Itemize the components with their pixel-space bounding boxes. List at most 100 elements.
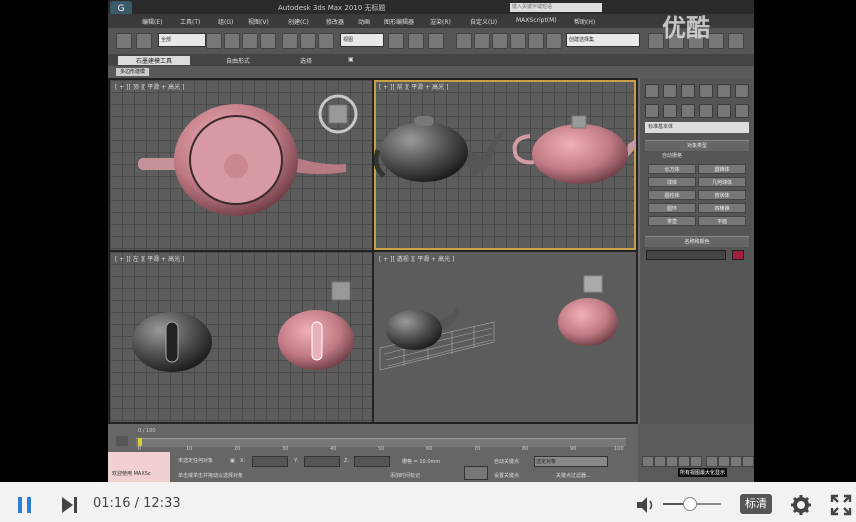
maximize-viewport-icon[interactable] bbox=[742, 456, 754, 467]
angle-snap-icon[interactable] bbox=[474, 33, 490, 49]
torus-button[interactable]: 圆环 bbox=[648, 203, 696, 213]
pivot-icon[interactable] bbox=[388, 33, 404, 49]
display-tab-icon[interactable] bbox=[717, 84, 731, 98]
edit-named-selection-icon[interactable] bbox=[528, 33, 544, 49]
menu-item[interactable]: 动画 bbox=[358, 17, 370, 26]
lock-icon[interactable]: ▣ bbox=[230, 458, 235, 464]
settings-gear-icon[interactable] bbox=[790, 494, 812, 516]
motion-tab-icon[interactable] bbox=[699, 84, 713, 98]
mirror-icon[interactable] bbox=[546, 33, 562, 49]
helpers-icon[interactable] bbox=[717, 104, 731, 118]
zoom-icon[interactable] bbox=[706, 456, 718, 467]
shapes-icon[interactable] bbox=[663, 104, 677, 118]
teapot-button[interactable]: 茶壶 bbox=[648, 216, 696, 226]
selection-filter-select[interactable]: 全部 bbox=[158, 33, 206, 47]
polygon-modeling-chip[interactable]: 多边形建模 bbox=[116, 68, 150, 76]
autogrid-checkbox[interactable]: 自动栅格 bbox=[662, 152, 682, 159]
tube-button[interactable]: 管状体 bbox=[698, 190, 746, 200]
auto-key-button[interactable]: 自动关键点 bbox=[494, 458, 519, 465]
plane-button[interactable]: 平面 bbox=[698, 216, 746, 226]
zoom-extents-icon[interactable] bbox=[730, 456, 742, 467]
next-icon[interactable] bbox=[58, 494, 80, 516]
next-frame-icon[interactable] bbox=[678, 456, 690, 467]
hierarchy-tab-icon[interactable] bbox=[681, 84, 695, 98]
viewport-perspective[interactable]: [ + ][ 透视 ][ 平滑 + 高光 ] bbox=[374, 252, 636, 422]
object-color-swatch[interactable] bbox=[732, 250, 744, 260]
manipulate-icon[interactable] bbox=[408, 33, 424, 49]
menu-item[interactable]: 图形编辑器 bbox=[384, 17, 414, 26]
spinner-snap-icon[interactable] bbox=[510, 33, 526, 49]
zoom-all-icon[interactable] bbox=[718, 456, 730, 467]
goto-start-icon[interactable] bbox=[642, 456, 654, 467]
video-frame[interactable]: G Autodesk 3ds Max 2010 无标题 键入关键字或短语 编辑(… bbox=[0, 0, 856, 482]
name-color-header[interactable]: 名称和颜色 bbox=[645, 236, 749, 247]
tab-selection[interactable]: 选择 bbox=[300, 56, 312, 65]
z-coord-field[interactable] bbox=[354, 456, 390, 467]
viewport-front[interactable]: [ + ][ 前 ][ 平滑 + 高光 ] bbox=[374, 80, 636, 250]
reference-coord-select[interactable]: 视图 bbox=[340, 33, 384, 47]
menu-item[interactable]: 修改器 bbox=[326, 17, 344, 26]
viewport-left[interactable]: [ + ][ 左 ][ 平滑 + 高光 ] bbox=[110, 252, 372, 422]
tab-freeform[interactable]: 自由形式 bbox=[226, 56, 250, 65]
set-key-icon[interactable] bbox=[464, 466, 488, 480]
volume-knob[interactable] bbox=[683, 497, 698, 511]
cameras-icon[interactable] bbox=[699, 104, 713, 118]
menu-item[interactable]: 工具(T) bbox=[180, 17, 200, 26]
goto-end-icon[interactable] bbox=[690, 456, 702, 467]
primitive-type-select[interactable]: 标准基本体 bbox=[645, 122, 749, 133]
menu-item[interactable]: MAXScript(M) bbox=[516, 17, 557, 24]
lights-icon[interactable] bbox=[681, 104, 695, 118]
menu-item[interactable]: 创建(C) bbox=[288, 17, 309, 26]
window-crossing-icon[interactable] bbox=[260, 33, 276, 49]
quality-button[interactable]: 标清 bbox=[740, 494, 772, 514]
time-slider[interactable] bbox=[138, 438, 142, 446]
sphere-button[interactable]: 球体 bbox=[648, 177, 696, 187]
select-object-icon[interactable] bbox=[206, 33, 222, 49]
menu-item[interactable]: 组(G) bbox=[218, 17, 233, 26]
menu-item[interactable]: 自定义(U) bbox=[470, 17, 497, 26]
snap-3d-icon[interactable] bbox=[456, 33, 472, 49]
maxscript-listener[interactable]: 欢迎使用 MAXSc bbox=[108, 452, 170, 482]
x-coord-field[interactable] bbox=[252, 456, 288, 467]
undo-icon[interactable] bbox=[116, 33, 132, 49]
menu-item[interactable]: 视图(V) bbox=[248, 17, 269, 26]
link-icon[interactable] bbox=[136, 33, 152, 49]
geosphere-button[interactable]: 几何球体 bbox=[698, 177, 746, 187]
create-tab-icon[interactable] bbox=[645, 84, 659, 98]
rotate-icon[interactable] bbox=[300, 33, 316, 49]
box-button[interactable]: 长方体 bbox=[648, 164, 696, 174]
prev-frame-icon[interactable] bbox=[654, 456, 666, 467]
rect-selection-icon[interactable] bbox=[242, 33, 258, 49]
pyramid-button[interactable]: 四棱锥 bbox=[698, 203, 746, 213]
render-icon[interactable] bbox=[728, 33, 744, 49]
object-type-header[interactable]: 对象类型 bbox=[645, 140, 749, 151]
utilities-tab-icon[interactable] bbox=[735, 84, 749, 98]
named-selection-select[interactable]: 创建选择集 bbox=[566, 33, 640, 47]
space-warps-icon[interactable] bbox=[735, 104, 749, 118]
tab-graphite-modeling[interactable]: 石墨建模工具 bbox=[118, 56, 191, 65]
geometry-icon[interactable] bbox=[645, 104, 659, 118]
viewport-top[interactable]: [ + ][ 顶 ][ 平滑 + 高光 ] bbox=[110, 80, 372, 250]
cylinder-button[interactable]: 圆柱体 bbox=[648, 190, 696, 200]
play-icon[interactable] bbox=[666, 456, 678, 467]
search-input[interactable]: 键入关键字或短语 bbox=[510, 3, 602, 12]
keyboard-shortcut-icon[interactable] bbox=[428, 33, 444, 49]
set-key-button[interactable]: 设置关键点 bbox=[494, 472, 519, 479]
object-name-field[interactable] bbox=[646, 250, 726, 260]
menu-item[interactable]: 渲染(R) bbox=[430, 17, 451, 26]
y-coord-field[interactable] bbox=[304, 456, 340, 467]
time-config-icon[interactable] bbox=[116, 436, 128, 446]
move-icon[interactable] bbox=[282, 33, 298, 49]
volume-icon[interactable] bbox=[634, 494, 656, 516]
modify-tab-icon[interactable] bbox=[663, 84, 677, 98]
fullscreen-icon[interactable] bbox=[830, 494, 852, 516]
menu-item[interactable]: 帮助(H) bbox=[574, 17, 595, 26]
add-time-tag[interactable]: 添加时间标记 bbox=[390, 472, 420, 479]
pause-icon[interactable] bbox=[14, 494, 36, 516]
key-filters-button[interactable]: 关键点过滤器... bbox=[556, 472, 591, 479]
material-editor-icon[interactable] bbox=[708, 33, 724, 49]
tab-toggle[interactable]: ▣ bbox=[348, 56, 354, 63]
menu-item[interactable]: 编辑(E) bbox=[142, 17, 162, 26]
percent-snap-icon[interactable] bbox=[492, 33, 508, 49]
cone-button[interactable]: 圆锥体 bbox=[698, 164, 746, 174]
